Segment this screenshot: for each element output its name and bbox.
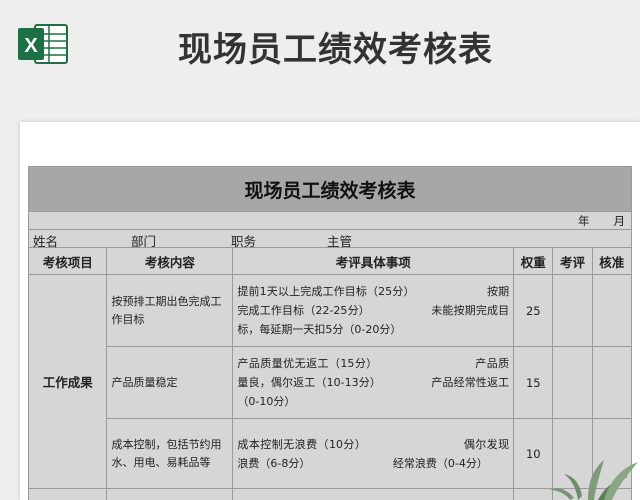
- weight-cell[interactable]: 25: [513, 274, 554, 347]
- dept-label: 部门: [131, 234, 157, 249]
- year-label: 年: [578, 213, 590, 228]
- category-cell[interactable]: 工作成果: [27, 274, 108, 489]
- position-label: 职务: [231, 234, 257, 249]
- page-title: 现场员工绩效考核表: [178, 30, 493, 70]
- info-cell[interactable]: 姓名 部门 职务 主管: [28, 229, 632, 249]
- banner: X 现场员工绩效考核表: [0, 0, 640, 100]
- table-row: 工作成果 按预排工期出色完成工作目标 提前1天以上完成工作目标（25分） 按期完…: [27, 274, 633, 489]
- supervisor-label: 主管: [327, 234, 353, 249]
- name-label: 姓名: [33, 234, 59, 249]
- table-row: 成本控制，包括节约用水、用电、易耗品等 成本控制无浪费（10分） 偶尔发现浪费（…: [29, 418, 633, 489]
- content-cell[interactable]: 产品质量稳定: [106, 346, 234, 419]
- sheet-title: 现场员工绩效考核表: [28, 166, 632, 212]
- content-cell[interactable]: 按预排工期出色完成工作目标: [106, 274, 234, 347]
- svg-text:X: X: [24, 35, 38, 57]
- table-row: [27, 488, 633, 500]
- detail-cell[interactable]: 成本控制无浪费（10分） 偶尔发现浪费（6-8分） 经常浪费（0-4分）: [232, 418, 515, 489]
- spreadsheet-paper: 现场员工绩效考核表 年月 姓名 部门 职务 主管 考核项目 考核内容 考评具体事…: [20, 122, 640, 500]
- empty-cell[interactable]: [232, 488, 515, 500]
- header-row: 考核项目 考核内容 考评具体事项 权重 考评 核准: [27, 247, 633, 275]
- header-weight[interactable]: 权重: [513, 247, 554, 275]
- weight-cell[interactable]: 15: [513, 346, 554, 419]
- header-approval[interactable]: 核准: [591, 247, 633, 275]
- table-row: 产品质量稳定 产品质量优无返工（15分） 产品质量良，偶尔返工（10-13分） …: [29, 346, 633, 419]
- header-detail[interactable]: 考评具体事项: [232, 247, 515, 275]
- appraisal-table: 现场员工绩效考核表 年月 姓名 部门 职务 主管 考核项目 考核内容 考评具体事…: [27, 166, 633, 500]
- approval-cell[interactable]: [591, 346, 633, 419]
- empty-cell[interactable]: [106, 488, 234, 500]
- approval-cell[interactable]: [591, 274, 633, 347]
- plant-decoration: [550, 460, 638, 500]
- month-label: 月: [613, 213, 626, 228]
- date-cell[interactable]: 年月: [28, 211, 632, 230]
- header-category[interactable]: 考核项目: [27, 247, 108, 275]
- detail-cell[interactable]: 产品质量优无返工（15分） 产品质量良，偶尔返工（10-13分） 产品经常性返工…: [232, 346, 515, 419]
- empty-cell[interactable]: [27, 488, 108, 500]
- rating-cell[interactable]: [552, 274, 593, 347]
- excel-icon: X: [18, 24, 68, 64]
- rating-cell[interactable]: [552, 346, 593, 419]
- detail-cell[interactable]: 提前1天以上完成工作目标（25分） 按期完成工作目标（22-25分） 未能按期完…: [232, 274, 515, 347]
- header-rating[interactable]: 考评: [552, 247, 593, 275]
- content-cell[interactable]: 成本控制，包括节约用水、用电、易耗品等: [106, 418, 234, 489]
- header-content[interactable]: 考核内容: [106, 247, 234, 275]
